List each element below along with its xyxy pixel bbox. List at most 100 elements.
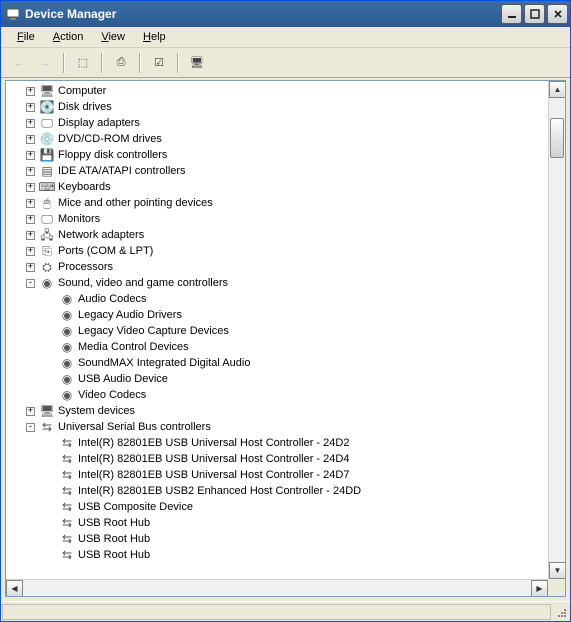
scroll-down-button[interactable]: ▼ xyxy=(549,562,566,579)
expand-icon[interactable]: + xyxy=(26,119,35,128)
expand-icon[interactable]: + xyxy=(26,199,35,208)
tree-node[interactable]: +🖱Mice and other pointing devices xyxy=(6,195,548,211)
expand-icon[interactable]: + xyxy=(26,231,35,240)
status-segment xyxy=(2,604,551,620)
usb-icon: ⇆ xyxy=(59,467,75,483)
tree-node-label: Sound, video and game controllers xyxy=(58,275,228,291)
tree-node[interactable]: ⇆Intel(R) 82801EB USB2 Enhanced Host Con… xyxy=(6,483,548,499)
tree-node-label: Monitors xyxy=(58,211,100,227)
menu-file[interactable]: File xyxy=(9,29,43,45)
tree-node[interactable]: ⇆Intel(R) 82801EB USB Universal Host Con… xyxy=(6,451,548,467)
tree-node-label: Intel(R) 82801EB USB Universal Host Cont… xyxy=(78,467,349,483)
tree-node[interactable]: ⇆Intel(R) 82801EB USB Universal Host Con… xyxy=(6,467,548,483)
expand-icon[interactable]: + xyxy=(26,215,35,224)
menu-view[interactable]: View xyxy=(93,29,133,45)
expand-icon[interactable]: + xyxy=(26,151,35,160)
properties-button[interactable]: ☑ xyxy=(147,52,171,74)
tree-node-label: Keyboards xyxy=(58,179,111,195)
tree-node[interactable]: -⇆Universal Serial Bus controllers xyxy=(6,419,548,435)
scroll-up-button[interactable]: ▲ xyxy=(549,81,566,98)
tree-node[interactable]: ◉Legacy Audio Drivers xyxy=(6,307,548,323)
usb-icon: ⇆ xyxy=(59,547,75,563)
tree-node[interactable]: +⎘Ports (COM & LPT) xyxy=(6,243,548,259)
tree-node-label: IDE ATA/ATAPI controllers xyxy=(58,163,186,179)
tree-node[interactable]: ⇆USB Root Hub xyxy=(6,531,548,547)
tree-node[interactable]: ⇆USB Composite Device xyxy=(6,499,548,515)
close-button[interactable] xyxy=(547,4,568,24)
menu-action[interactable]: Action xyxy=(45,29,92,45)
tree-node-label: Network adapters xyxy=(58,227,144,243)
scroll-thumb[interactable] xyxy=(550,118,564,158)
title-bar[interactable]: Device Manager xyxy=(1,1,570,27)
tree-node[interactable]: ◉USB Audio Device xyxy=(6,371,548,387)
expand-icon[interactable]: + xyxy=(26,263,35,272)
tree-node[interactable]: +▤IDE ATA/ATAPI controllers xyxy=(6,163,548,179)
tree-node[interactable]: -◉Sound, video and game controllers xyxy=(6,275,548,291)
device-tree[interactable]: +🖥Computer+💽Disk drives+🖵Display adapter… xyxy=(6,81,548,579)
tree-node[interactable]: +🖥Computer xyxy=(6,83,548,99)
tree-node[interactable]: +🖧Network adapters xyxy=(6,227,548,243)
tree-node[interactable]: +💿DVD/CD-ROM drives xyxy=(6,131,548,147)
up-button[interactable]: ⬚ xyxy=(71,52,95,74)
tree-node-label: Floppy disk controllers xyxy=(58,147,167,163)
tree-node-label: USB Root Hub xyxy=(78,515,150,531)
expand-icon[interactable]: + xyxy=(26,167,35,176)
tree-node[interactable]: ⇆Intel(R) 82801EB USB Universal Host Con… xyxy=(6,435,548,451)
properties-icon: ☑ xyxy=(154,56,164,69)
tree-node-label: Universal Serial Bus controllers xyxy=(58,419,211,435)
tree-node[interactable]: ◉Video Codecs xyxy=(6,387,548,403)
scroll-right-button[interactable]: ▶ xyxy=(531,580,548,597)
tree-node[interactable]: ◉Audio Codecs xyxy=(6,291,548,307)
monitor-icon: 🖵 xyxy=(39,211,55,227)
collapse-icon[interactable]: - xyxy=(26,423,35,432)
collapse-icon[interactable]: - xyxy=(26,279,35,288)
usb-icon: ⇆ xyxy=(59,515,75,531)
expand-icon[interactable]: + xyxy=(26,407,35,416)
arrow-right-icon: → xyxy=(40,57,51,69)
expand-icon[interactable]: + xyxy=(26,247,35,256)
tree-node[interactable]: ⇆USB Root Hub xyxy=(6,547,548,563)
tree-node-label: USB Composite Device xyxy=(78,499,193,515)
expand-icon[interactable]: + xyxy=(26,87,35,96)
minimize-button[interactable] xyxy=(501,4,522,24)
tree-node-label: Computer xyxy=(58,83,106,99)
print-button[interactable]: ⎙ xyxy=(109,52,133,74)
usb-icon: ⇆ xyxy=(59,435,75,451)
expand-icon[interactable]: + xyxy=(26,103,35,112)
tree-node[interactable]: +⛭Processors xyxy=(6,259,548,275)
tree-node-label: System devices xyxy=(58,403,135,419)
tree-node[interactable]: +💾Floppy disk controllers xyxy=(6,147,548,163)
tree-node[interactable]: + 🖵Monitors xyxy=(6,211,548,227)
scroll-left-button[interactable]: ◀ xyxy=(6,580,23,597)
sound-icon: ◉ xyxy=(59,307,75,323)
resize-grip[interactable] xyxy=(552,603,570,621)
tree-node[interactable]: +🖥System devices xyxy=(6,403,548,419)
tree-node[interactable]: +⌨Keyboards xyxy=(6,179,548,195)
tree-node-label: Processors xyxy=(58,259,113,275)
scan-button[interactable]: 🖥 xyxy=(185,52,209,74)
expand-icon[interactable]: + xyxy=(26,183,35,192)
tree-node[interactable]: +🖵Display adapters xyxy=(6,115,548,131)
tree-connector xyxy=(46,471,55,480)
tree-node[interactable]: ◉Media Control Devices xyxy=(6,339,548,355)
horizontal-scrollbar[interactable]: ◀ ▶ xyxy=(6,579,548,596)
expand-icon[interactable]: + xyxy=(26,135,35,144)
forward-button[interactable]: → xyxy=(33,52,57,74)
tree-node[interactable]: ◉Legacy Video Capture Devices xyxy=(6,323,548,339)
toolbar: ← → ⬚ ⎙ ☑ 🖥 xyxy=(1,48,570,78)
tree-node[interactable]: ⇆USB Root Hub xyxy=(6,515,548,531)
tree-connector xyxy=(46,519,55,528)
port-icon: ⎘ xyxy=(39,243,55,259)
sound-icon: ◉ xyxy=(59,323,75,339)
tree-node[interactable]: +💽Disk drives xyxy=(6,99,548,115)
tree-connector xyxy=(46,551,55,560)
tree-node-label: Mice and other pointing devices xyxy=(58,195,213,211)
tree-node[interactable]: ◉SoundMAX Integrated Digital Audio xyxy=(6,355,548,371)
vertical-scrollbar[interactable]: ▲ ▼ xyxy=(548,81,565,579)
toolbar-separator xyxy=(63,53,65,73)
maximize-button[interactable] xyxy=(524,4,545,24)
toolbar-separator xyxy=(101,53,103,73)
tree-node-label: Display adapters xyxy=(58,115,140,131)
back-button[interactable]: ← xyxy=(7,52,31,74)
menu-help[interactable]: Help xyxy=(135,29,174,45)
